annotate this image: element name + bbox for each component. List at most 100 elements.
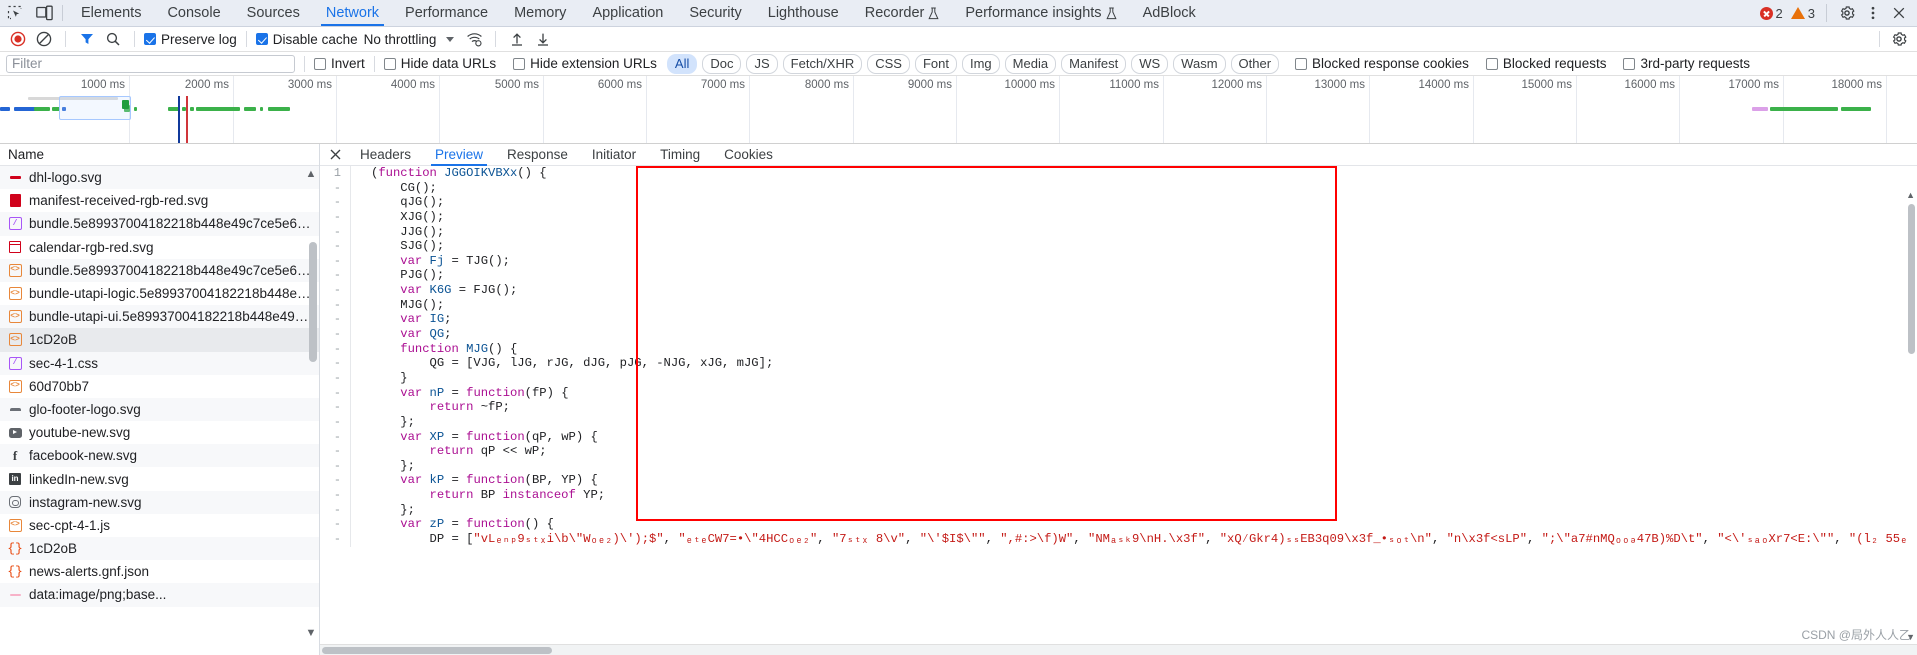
type-filter-all[interactable]: All xyxy=(666,53,698,74)
tab-application[interactable]: Application xyxy=(579,0,676,26)
close-panel-icon[interactable] xyxy=(322,144,348,166)
tab-recorder[interactable]: Recorder xyxy=(852,0,953,26)
request-list-item[interactable]: <> 1cD2oB xyxy=(0,328,319,352)
request-list-item[interactable]: data:image/png;base... xyxy=(0,583,319,607)
type-filter-ws[interactable]: WS xyxy=(1131,53,1169,74)
inspect-element-icon[interactable] xyxy=(5,3,25,23)
detail-tab-cookies[interactable]: Cookies xyxy=(712,144,785,166)
request-list-item[interactable]: instagram-new.svg xyxy=(0,490,319,514)
type-filter-media[interactable]: Media xyxy=(1004,53,1057,74)
invert-checkbox[interactable]: Invert xyxy=(314,56,365,71)
request-list-item[interactable]: glo-footer-logo.svg xyxy=(0,397,319,422)
disable-cache-checkbox[interactable]: Disable cache xyxy=(255,32,358,47)
code-vertical-scroll-thumb[interactable] xyxy=(1908,204,1915,354)
blocked-requests-checkbox[interactable]: Blocked requests xyxy=(1485,56,1606,71)
detail-tab-timing[interactable]: Timing xyxy=(648,144,712,166)
clear-network-log-icon[interactable] xyxy=(32,27,56,51)
three-dot-menu-icon[interactable] xyxy=(1861,1,1885,25)
type-filter-img[interactable]: Img xyxy=(961,53,1000,74)
code-scroll-up-arrow-icon[interactable]: ▲ xyxy=(1906,190,1915,200)
close-icon[interactable] xyxy=(1887,1,1911,25)
tab-memory[interactable]: Memory xyxy=(501,0,579,26)
code-line-text: XJG(); xyxy=(371,209,445,224)
request-name-label: news-alerts.gnf.json xyxy=(29,564,150,580)
request-list-item[interactable]: <> sec-cpt-4-1.js xyxy=(0,514,319,537)
request-list-item[interactable]: in linkedIn-new.svg xyxy=(0,467,319,490)
overview-selection-window[interactable] xyxy=(59,96,131,120)
code-line: - XJG(); xyxy=(320,209,1917,225)
request-list-item[interactable]: <> bundle-utapi-logic.5e89937004182218b44… xyxy=(0,282,319,305)
request-list-scroll-thumb[interactable] xyxy=(309,242,317,362)
network-overview-timeline[interactable]: 1000 ms 2000 ms 3000 ms 4000 ms 5000 ms 6000 … xyxy=(0,76,1917,144)
type-filter-font[interactable]: Font xyxy=(914,53,957,74)
request-list-item[interactable]: {} news-alerts.gnf.json xyxy=(0,560,319,583)
tab-elements[interactable]: Elements xyxy=(68,0,154,26)
device-toolbar-icon[interactable] xyxy=(34,3,54,23)
detail-tab-response[interactable]: Response xyxy=(495,144,580,166)
request-list-item[interactable]: <> 60d70bb7 xyxy=(0,375,319,398)
request-list-item[interactable]: dhl-logo.svg xyxy=(0,166,319,190)
detail-tab-preview[interactable]: Preview xyxy=(423,144,495,166)
request-list-item[interactable]: {} 1cD2oB xyxy=(0,537,319,561)
request-list-item[interactable]: / sec-4-1.css xyxy=(0,351,319,375)
record-button-icon[interactable] xyxy=(6,27,30,51)
tab-lighthouse[interactable]: Lighthouse xyxy=(755,0,852,26)
type-filter-other[interactable]: Other xyxy=(1230,53,1280,74)
code-vertical-scrollbar[interactable]: ▲ ▼ xyxy=(1906,188,1917,644)
warning-count-badge[interactable]: 3 xyxy=(1788,6,1818,21)
hide-data-urls-checkbox[interactable]: Hide data URLs xyxy=(383,56,496,71)
request-name-label: bundle-utapi-ui.5e89937004182218b448e49c… xyxy=(29,309,311,325)
tab-security[interactable]: Security xyxy=(676,0,754,26)
type-filter-fetch-xhr[interactable]: Fetch/XHR xyxy=(782,53,863,74)
preserve-log-label: Preserve log xyxy=(161,31,237,47)
request-list-header[interactable]: Name xyxy=(0,144,319,166)
request-list-item[interactable]: <> bundle-utapi-ui.5e89937004182218b448e4… xyxy=(0,305,319,329)
request-rows[interactable]: dhl-logo.svg manifest-received-rgb-red.sv… xyxy=(0,166,319,655)
request-type-icon: in xyxy=(8,472,22,486)
export-har-icon[interactable] xyxy=(531,27,555,51)
code-line-text: var K6G = FJG(); xyxy=(400,283,518,298)
request-list-item[interactable]: f facebook-new.svg xyxy=(0,444,319,468)
gear-icon[interactable] xyxy=(1835,1,1859,25)
network-settings-gear-icon[interactable] xyxy=(1887,27,1911,51)
request-list-scrollbar[interactable] xyxy=(309,164,317,629)
hide-extension-urls-checkbox[interactable]: Hide extension URLs xyxy=(513,56,657,71)
tab-performance[interactable]: Performance xyxy=(392,0,501,26)
type-filter-js[interactable]: JS xyxy=(746,53,778,74)
tab-adblock[interactable]: AdBlock xyxy=(1130,0,1209,26)
filter-input[interactable] xyxy=(6,54,295,73)
search-icon[interactable] xyxy=(101,27,125,51)
network-conditions-wifi-icon[interactable] xyxy=(462,27,486,51)
error-count-badge[interactable]: 2 xyxy=(1757,6,1786,21)
request-list-item[interactable]: / bundle.5e89937004182218b448e49c7ce5e692… xyxy=(0,212,319,236)
chevron-down-icon[interactable] xyxy=(446,36,455,42)
tab-sources[interactable]: Sources xyxy=(234,0,313,26)
preview-code-viewer[interactable]: 1 (function JGGOIKVBXx() {- CG(); - qJG();… xyxy=(320,166,1917,655)
tab-network[interactable]: Network xyxy=(313,0,392,26)
blocked-response-cookies-checkbox[interactable]: Blocked response cookies xyxy=(1295,56,1469,71)
third-party-requests-checkbox[interactable]: 3rd-party requests xyxy=(1623,56,1750,71)
request-list-item[interactable]: <> bundle.5e89937004182218b448e49c7ce5e69… xyxy=(0,258,319,282)
code-horizontal-scrollbar[interactable] xyxy=(320,644,1917,655)
code-horizontal-scroll-thumb[interactable] xyxy=(322,647,552,654)
request-list-item[interactable]: youtube-new.svg xyxy=(0,421,319,444)
preserve-log-checkbox[interactable]: Preserve log xyxy=(144,32,237,47)
request-type-icon xyxy=(8,194,22,208)
detail-tab-headers[interactable]: Headers xyxy=(348,144,423,166)
tab-label: Elements xyxy=(81,5,142,21)
code-line-text: DP = ["vLₑₙₚ9ₛₜₓi\b\"Wₒₑ₂)\');$", "ₑₜₑCW… xyxy=(371,532,1917,547)
tab-label: Security xyxy=(689,5,742,21)
type-filter-wasm[interactable]: Wasm xyxy=(1173,53,1226,74)
type-filter-manifest[interactable]: Manifest xyxy=(1061,53,1127,74)
overview-selection-handle[interactable] xyxy=(122,100,129,109)
type-filter-css[interactable]: CSS xyxy=(867,53,910,74)
throttling-select[interactable]: No throttling xyxy=(360,32,441,47)
import-har-icon[interactable] xyxy=(505,27,529,51)
tab-performance-insights[interactable]: Performance insights xyxy=(952,0,1129,26)
request-list-item[interactable]: calendar-rgb-red.svg xyxy=(0,236,319,259)
request-list-item[interactable]: manifest-received-rgb-red.svg xyxy=(0,189,319,212)
type-filter-doc[interactable]: Doc xyxy=(702,53,742,74)
detail-tab-initiator[interactable]: Initiator xyxy=(580,144,648,166)
funnel-filter-icon[interactable] xyxy=(75,27,99,51)
tab-console[interactable]: Console xyxy=(154,0,233,26)
